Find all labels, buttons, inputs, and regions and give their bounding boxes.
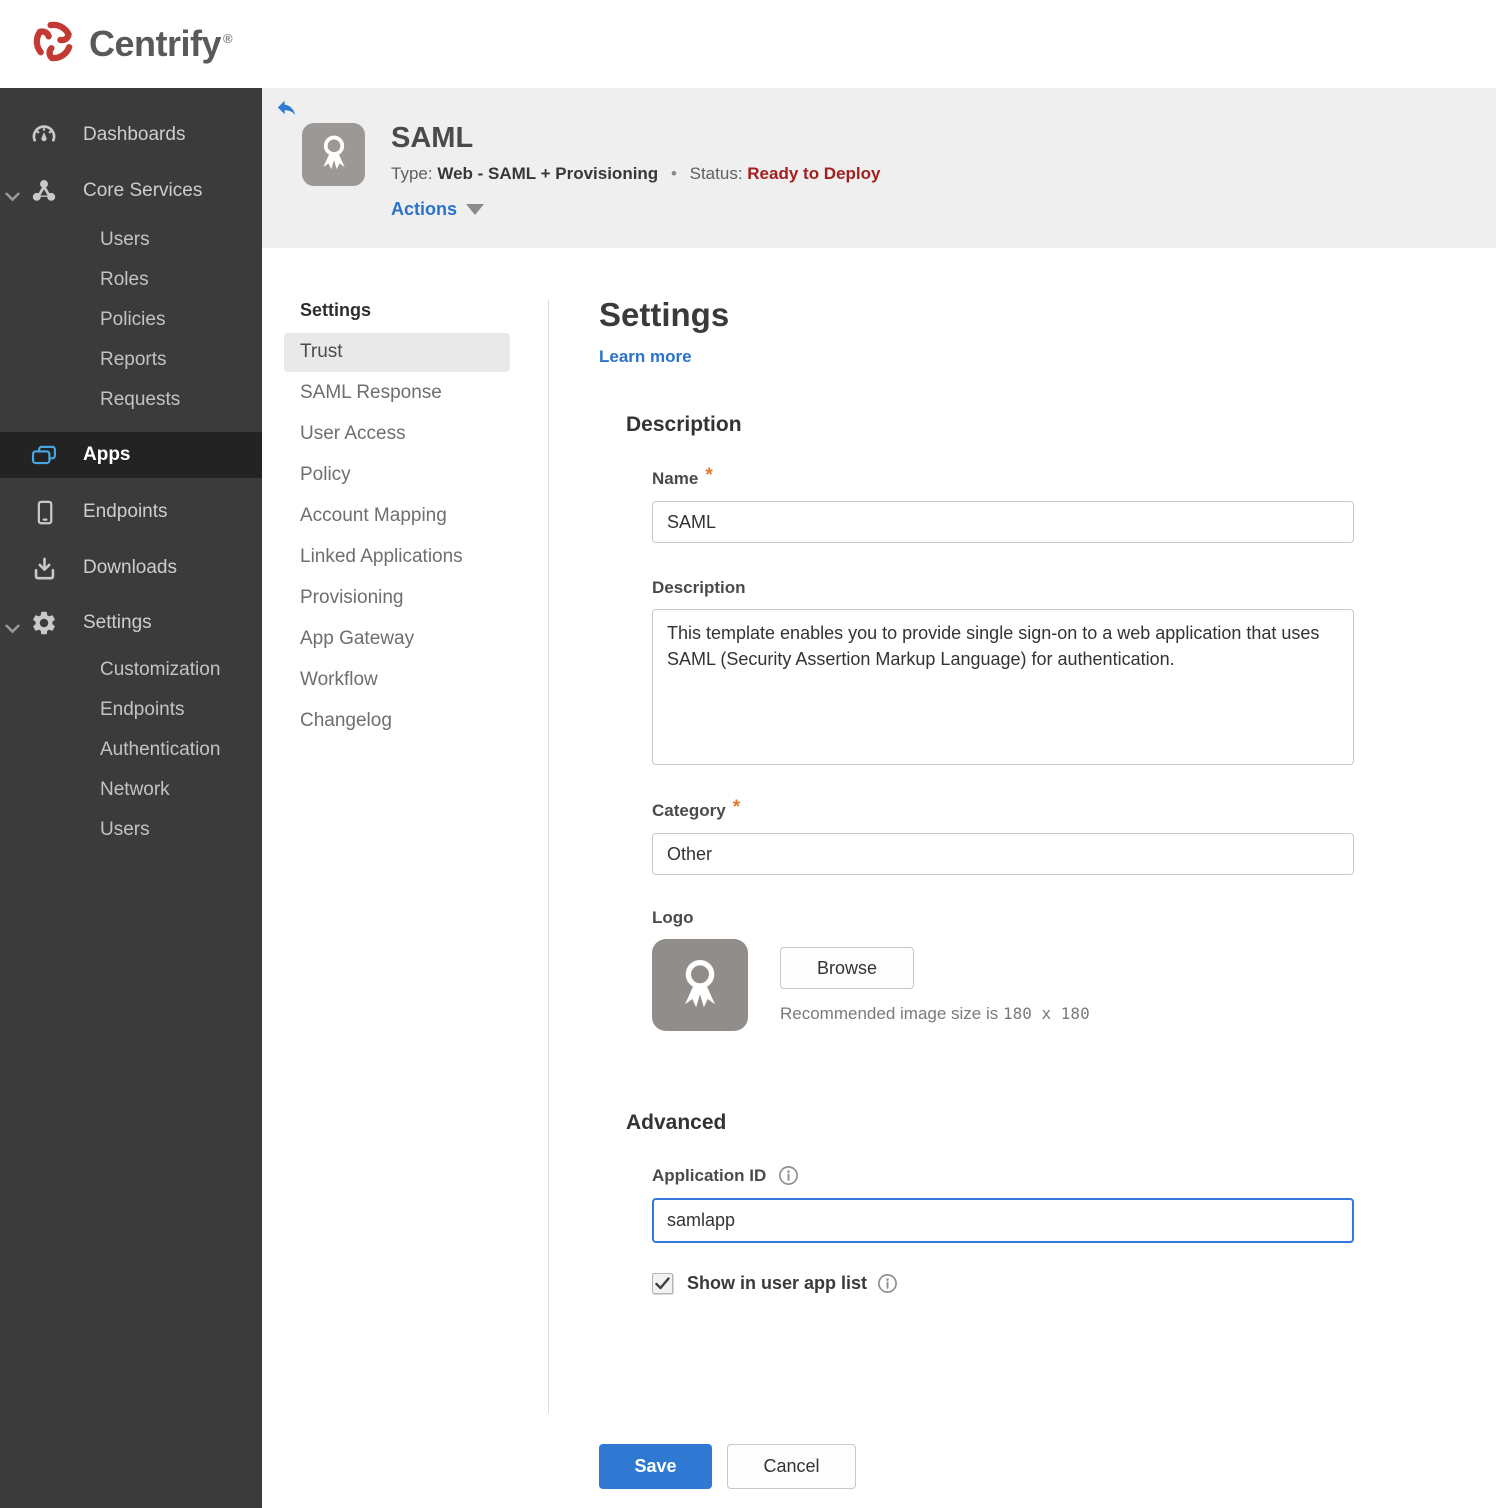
settings-subnav: Settings Trust SAML Response User Access…	[262, 248, 549, 1508]
subnav-item-changelog[interactable]: Changelog	[284, 702, 510, 741]
chevron-down-icon	[5, 618, 21, 634]
name-field[interactable]	[652, 501, 1354, 543]
sidebar-item-roles[interactable]: Roles	[0, 260, 262, 300]
sidebar-item-label: Core Services	[83, 180, 203, 201]
brand-name: Centrify ®	[89, 23, 233, 64]
sidebar-item-label: Settings	[83, 612, 152, 633]
subnav-title: Settings	[300, 300, 372, 320]
advanced-section-heading: Advanced	[626, 1111, 727, 1134]
subnav-item-trust[interactable]: Trust	[284, 333, 510, 372]
category-label: Category *	[652, 797, 741, 820]
subnav-item-account-mapping[interactable]: Account Mapping	[284, 497, 510, 536]
application-id-field[interactable]	[652, 1198, 1354, 1243]
show-in-user-app-list-label: Show in user app list	[687, 1273, 868, 1293]
description-section-heading: Description	[626, 413, 742, 436]
name-label: Name *	[652, 465, 713, 488]
brand-logo: Centrify ®	[30, 18, 233, 70]
smartphone-icon	[30, 498, 58, 526]
centrify-swirl-icon	[30, 18, 77, 70]
separator: •	[670, 164, 677, 184]
sidebar-item-requests[interactable]: Requests	[0, 380, 262, 420]
sidebar-item-customization[interactable]: Customization	[0, 650, 262, 690]
subnav-item-provisioning[interactable]: Provisioning	[284, 579, 510, 618]
subnav-item-linked-applications[interactable]: Linked Applications	[284, 538, 510, 577]
info-icon[interactable]	[778, 1165, 799, 1186]
sidebar-item-reports[interactable]: Reports	[0, 340, 262, 380]
sidebar-item-label: Apps	[83, 444, 131, 465]
sidebar-item-endpoints[interactable]: Endpoints	[0, 486, 262, 538]
checkmark-icon	[655, 1277, 670, 1290]
show-in-user-app-list-checkbox[interactable]	[652, 1273, 673, 1294]
back-arrow-icon[interactable]	[275, 96, 298, 119]
status-label: Status:	[689, 164, 743, 184]
page-title: SAML	[391, 122, 474, 154]
sidebar-item-label: Endpoints	[83, 501, 168, 522]
ribbon-award-icon	[312, 129, 356, 180]
sidebar-item-policies[interactable]: Policies	[0, 300, 262, 340]
logo-size-hint: Recommended image size is 180 x 180	[780, 1004, 1090, 1023]
subnav-item-workflow[interactable]: Workflow	[284, 661, 510, 700]
browse-button[interactable]: Browse	[780, 947, 914, 989]
description-label: Description	[652, 578, 746, 597]
sidebar-item-label: Dashboards	[83, 124, 186, 145]
type-value: Web - SAML + Provisioning	[437, 164, 659, 184]
sidebar-item-endpoints-settings[interactable]: Endpoints	[0, 690, 262, 730]
logo-label: Logo	[652, 908, 694, 927]
core-services-icon	[30, 177, 58, 205]
logo-preview	[652, 939, 748, 1031]
sidebar-item-apps-active[interactable]: Apps	[0, 432, 262, 478]
app-meta: Type: Web - SAML + Provisioning • Status…	[391, 164, 880, 184]
required-marker: *	[732, 797, 741, 818]
sidebar-item-downloads[interactable]: Downloads	[0, 542, 262, 594]
registered-mark: ®	[223, 31, 233, 46]
sidebar-item-dashboards[interactable]: Dashboards	[0, 108, 262, 162]
sidebar-item-authentication[interactable]: Authentication	[0, 730, 262, 770]
actions-menu-button[interactable]: Actions	[391, 199, 880, 220]
description-field[interactable]: This template enables you to provide sin…	[652, 609, 1354, 765]
gauge-icon	[30, 121, 58, 149]
chevron-down-icon	[5, 186, 21, 202]
gear-icon	[30, 609, 58, 637]
top-bar: Centrify ®	[0, 0, 1496, 88]
subnav-item-saml-response[interactable]: SAML Response	[284, 374, 510, 413]
required-marker: *	[705, 465, 713, 486]
ribbon-award-icon	[669, 951, 731, 1020]
cancel-button[interactable]: Cancel	[727, 1444, 856, 1489]
save-button[interactable]: Save	[599, 1444, 712, 1489]
sidebar-item-core-services[interactable]: Core Services	[0, 162, 262, 220]
subnav-item-policy[interactable]: Policy	[284, 456, 510, 495]
download-icon	[30, 554, 58, 582]
sidebar-item-label: Downloads	[83, 557, 177, 578]
sidebar-nav: Dashboards Core Services Users Roles Pol…	[0, 88, 262, 1508]
apps-icon	[30, 441, 58, 469]
caret-down-icon	[466, 204, 485, 216]
app-header: SAML Type: Web - SAML + Provisioning • S…	[262, 88, 1496, 248]
info-icon[interactable]	[877, 1273, 898, 1294]
type-label: Type:	[391, 164, 433, 184]
subnav-item-app-gateway[interactable]: App Gateway	[284, 620, 510, 659]
main-page-title: Settings	[599, 296, 730, 333]
status-badge: Ready to Deploy	[747, 164, 881, 184]
sidebar-item-network[interactable]: Network	[0, 770, 262, 810]
subnav-item-user-access[interactable]: User Access	[284, 415, 510, 454]
sidebar-item-users[interactable]: Users	[0, 220, 262, 260]
sidebar-item-users-settings[interactable]: Users	[0, 810, 262, 850]
settings-form: Settings Learn more Description Name* De…	[549, 248, 1354, 1508]
application-id-label: Application ID	[652, 1165, 767, 1185]
sidebar-item-settings[interactable]: Settings	[0, 596, 262, 650]
app-logo-badge	[302, 123, 365, 186]
category-field[interactable]	[652, 833, 1354, 875]
learn-more-link[interactable]: Learn more	[599, 347, 692, 367]
actions-label: Actions	[391, 199, 458, 220]
